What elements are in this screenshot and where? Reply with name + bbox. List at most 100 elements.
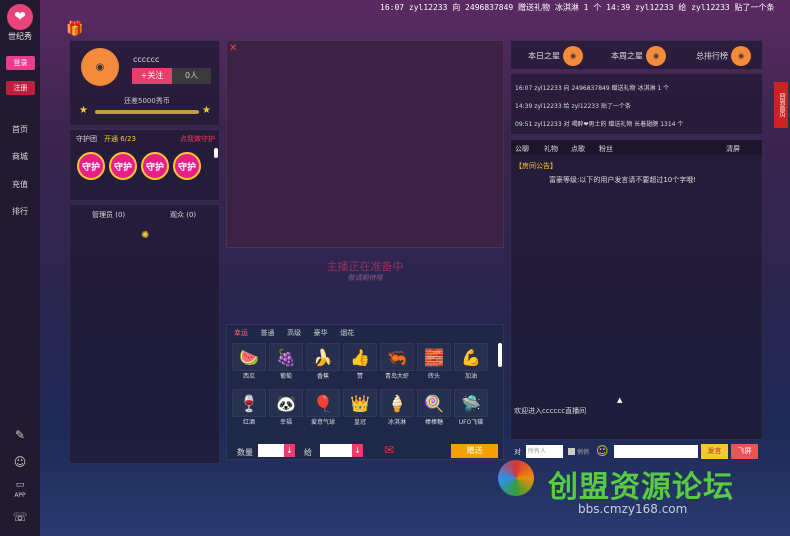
chat-tabs: 公聊 礼物 点歌 粉丝 清屏 (511, 140, 762, 155)
guard-badge[interactable]: 守护 (173, 152, 201, 180)
recipient-input[interactable] (320, 444, 352, 457)
nav-recharge[interactable]: 充值 (0, 179, 40, 190)
nav-home[interactable]: 首页 (0, 124, 40, 135)
gift-item[interactable]: 🐼 幸福 (269, 389, 303, 431)
upgrade-text: 还差5000秀币 (124, 97, 170, 105)
welcome-message: 欢迎进入cccccc直播间 (514, 407, 587, 415)
feed-item: 14:39 zyl12233 给 zyl12233 贴了一个条 (515, 103, 631, 110)
gift-label: 砖头 (427, 373, 440, 380)
tab-normal[interactable]: 普通 (261, 328, 275, 338)
nav-mall[interactable]: 商城 (0, 151, 40, 162)
tab-label: 总排行榜 (696, 51, 728, 61)
recipient-select[interactable]: 所有人 (526, 445, 563, 458)
brand-logo: ❤ (7, 4, 33, 30)
gift-icon: 🐼 (269, 389, 303, 417)
nav-ranking[interactable]: 排行 (0, 206, 40, 217)
send-gift-button[interactable]: 赠送 (451, 444, 498, 458)
gift-item[interactable]: 💪 加油 (454, 343, 488, 385)
gift-icon: 👑 (343, 389, 377, 417)
fans-count: 0人 (172, 68, 211, 84)
tab-luxury[interactable]: 豪华 (314, 328, 328, 338)
quantity-input[interactable] (258, 444, 284, 457)
gift-item[interactable]: 🍦 冰淇淋 (380, 389, 414, 431)
watermark-url: bbs.cmzy168.com (578, 502, 688, 516)
tab-weekly-star[interactable]: 本周之星 ◉ (611, 46, 666, 66)
gift-item[interactable]: 🦐 青岛大虾 (380, 343, 414, 385)
guard-link[interactable]: 点我做守护 (180, 134, 215, 144)
phone-icon[interactable]: ☏ (11, 510, 29, 524)
edit-icon[interactable]: ✎ (11, 428, 29, 442)
gift-label: UFO飞碟 (458, 419, 484, 426)
brand-name: 世纪秀 (8, 32, 32, 41)
tab-total-rank[interactable]: 总排行榜 ◉ (696, 46, 751, 66)
private-label: 悄悄 (577, 449, 590, 456)
gift-item[interactable]: 👍 赞 (343, 343, 377, 385)
level-progress-bar (95, 110, 199, 114)
gift-label: 青岛大虾 (384, 373, 409, 380)
guard-badge[interactable]: 守护 (109, 152, 137, 180)
tab-fireworks[interactable]: 烟花 (340, 328, 354, 338)
tab-viewers[interactable]: 观众 (0) (170, 210, 196, 220)
recipient-dropdown[interactable]: ↓ (352, 444, 363, 457)
app-icon[interactable]: ▭ APP (11, 480, 29, 500)
rank-avatar: ◉ (646, 46, 666, 66)
guard-badge[interactable]: 守护 (141, 152, 169, 180)
watermark-logo (498, 460, 534, 496)
follow-button[interactable]: +关注 (132, 68, 172, 84)
gift-item[interactable]: 🍷 红酒 (232, 389, 266, 431)
gift-item[interactable]: 🎈 爱意气球 (306, 389, 340, 431)
tab-daily-star[interactable]: 本日之星 ◉ (528, 46, 583, 66)
tab-song-request[interactable]: 点歌 (571, 144, 585, 154)
gift-label: 棒棒糖 (424, 419, 443, 426)
user-icon[interactable]: ☺ (11, 455, 29, 469)
rank-avatar: ◉ (731, 46, 751, 66)
anchor-avatar[interactable]: ◉ (81, 48, 119, 86)
clear-screen-button[interactable]: 清屏 (726, 144, 740, 154)
login-button[interactable]: 登录 (6, 56, 35, 70)
gift-label: 幸福 (279, 419, 292, 426)
gift-icon: 👍 (343, 343, 377, 371)
chat-input[interactable] (614, 445, 698, 458)
gift-item[interactable]: 🧱 砖头 (417, 343, 451, 385)
tab-gift-log[interactable]: 礼物 (544, 144, 558, 154)
gift-icon: 🍌 (306, 343, 340, 371)
chat-input-bar: 对 所有人 悄悄 ☺ 发言 飞屏 (510, 443, 763, 460)
emoji-icon[interactable]: ☺ (596, 444, 609, 458)
left-sidebar: ❤ 世纪秀 登录 注册 首页 商城 充值 排行 ✎ ☺ ▭ APP ☏ (0, 0, 40, 536)
red-packet-icon[interactable]: ✉ (384, 443, 394, 457)
scrollbar[interactable] (214, 148, 218, 158)
fly-screen-button[interactable]: 飞屏 (731, 444, 758, 459)
gift-label: 冰淇淋 (387, 419, 406, 426)
scrollbar[interactable] (498, 343, 502, 367)
gift-item[interactable]: 🛸 UFO飞碟 (454, 389, 488, 431)
tab-fans[interactable]: 粉丝 (599, 144, 613, 154)
star-icon: ★ (202, 105, 211, 116)
rank-tabs: 本日之星 ◉ 本周之星 ◉ 总排行榜 ◉ (510, 40, 763, 70)
send-message-button[interactable]: 发言 (701, 444, 728, 459)
recipient-label: 给 (304, 448, 312, 457)
quantity-dropdown[interactable]: ↓ (284, 444, 295, 457)
tab-public-chat[interactable]: 公聊 (515, 144, 529, 154)
gift-icon: 🍷 (232, 389, 266, 417)
gift-grid: 🍉 西瓜 🍇 葡萄 🍌 香蕉 👍 赞 🦐 青岛大虾 🧱 砖头 💪 加油 🍷 红酒 🐼 幸福 🎈 爱意… (232, 343, 490, 431)
back-home-button[interactable]: 回到首页 (774, 82, 788, 128)
gift-item[interactable]: 👑 皇冠 (343, 389, 377, 431)
gift-item[interactable]: 🍉 西瓜 (232, 343, 266, 385)
tab-lucky[interactable]: 幸运 (234, 328, 248, 338)
tab-admin[interactable]: 管理员 (0) (92, 210, 125, 220)
gift-item[interactable]: 🍌 香蕉 (306, 343, 340, 385)
guard-badge[interactable]: 守护 (77, 152, 105, 180)
gift-tabs: 幸运 普通 高级 豪华 烟花 (234, 328, 364, 338)
video-player[interactable]: ✕ (226, 40, 504, 248)
marquee-ticker: 16:07 zyl12233 向 2496837849 赠送礼物 冰淇淋 1 个… (380, 3, 775, 12)
gift-item[interactable]: 🍇 葡萄 (269, 343, 303, 385)
gift-label: 皇冠 (353, 419, 366, 426)
chevron-up-icon[interactable]: ▲ (617, 396, 622, 404)
register-button[interactable]: 注册 (6, 81, 35, 95)
tab-advanced[interactable]: 高级 (287, 328, 301, 338)
private-checkbox[interactable] (568, 448, 575, 455)
gift-box-icon[interactable]: 🎁 (66, 21, 83, 37)
gift-item[interactable]: 🍭 棒棒糖 (417, 389, 451, 431)
quantity-label: 数量 (237, 448, 253, 457)
mute-icon[interactable]: ✕ (229, 43, 237, 54)
